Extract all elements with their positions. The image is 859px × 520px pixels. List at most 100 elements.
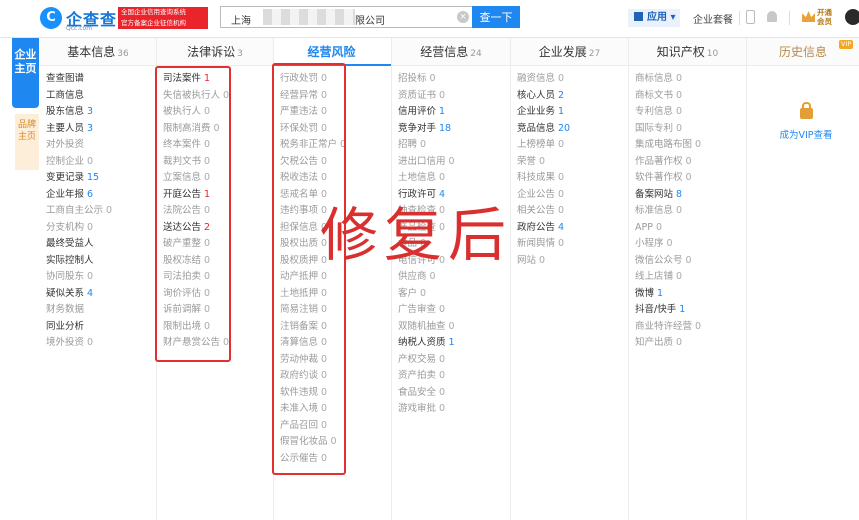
category-label: 分支机构	[46, 221, 85, 233]
column-title: 经营信息	[420, 45, 469, 59]
become-vip-link[interactable]: 成为VIP查看	[747, 127, 859, 141]
category-link[interactable]: 科技成果 0	[517, 170, 570, 187]
category-link[interactable]: 协同股东 0	[46, 269, 112, 286]
category-link[interactable]: 股东信息 3	[46, 104, 112, 121]
category-link[interactable]: 知产出质 0	[635, 335, 701, 352]
category-link[interactable]: 政府公告 4	[517, 220, 570, 237]
category-link[interactable]: 客户 0	[398, 286, 455, 303]
column-header-ip[interactable]: 知识产权 10	[629, 38, 746, 66]
category-count: 0	[420, 287, 427, 299]
category-link[interactable]: 境外投资 0	[46, 335, 112, 352]
category-link[interactable]: 抖音/快手 1	[635, 302, 701, 319]
column-count: 24	[470, 49, 482, 59]
category-count: 0	[676, 271, 683, 282]
category-label: 产权交易	[398, 353, 437, 365]
category-link[interactable]: 供应商 0	[398, 269, 455, 286]
category-label: 商标信息	[635, 73, 674, 84]
category-link[interactable]: 新闻舆情 0	[517, 236, 570, 253]
category-link[interactable]: 资产拍卖 0	[398, 368, 455, 385]
category-link[interactable]: 信用评价 1	[398, 104, 455, 121]
category-link[interactable]: 备案网站 8	[635, 187, 701, 204]
category-link[interactable]: 软件著作权 0	[635, 170, 701, 187]
category-link[interactable]: 微信公众号 0	[635, 253, 701, 270]
category-link[interactable]: 小程序 0	[635, 236, 701, 253]
app-menu[interactable]: 应用 ▾	[628, 9, 680, 27]
category-count: 0	[439, 89, 446, 101]
category-link[interactable]: 工商信息	[46, 88, 112, 105]
category-link[interactable]: 资质证书 0	[398, 88, 455, 105]
category-link[interactable]: 线上店铺 0	[635, 269, 701, 286]
category-link[interactable]: 进出口信用 0	[398, 154, 455, 171]
category-link[interactable]: 集成电路布图 0	[635, 137, 701, 154]
category-link[interactable]: 商标文书 0	[635, 88, 701, 105]
category-link[interactable]: 实际控制人	[46, 253, 112, 270]
category-count: 2	[558, 89, 565, 101]
category-link[interactable]: 游戏审批 0	[398, 401, 455, 418]
category-link[interactable]: 竞争对手 18	[398, 121, 455, 138]
category-link[interactable]: 专利信息 0	[635, 104, 701, 121]
category-link[interactable]: 招投标 0	[398, 71, 455, 88]
column-title: 企业发展	[538, 45, 587, 59]
category-link[interactable]: 企业业务 1	[517, 104, 570, 121]
category-link[interactable]: 最终受益人	[46, 236, 112, 253]
category-link[interactable]: 产权交易 0	[398, 352, 455, 369]
column-header-legal[interactable]: 法律诉讼 3	[157, 38, 273, 66]
category-link[interactable]: 网站 0	[517, 253, 570, 270]
column-header-history[interactable]: 历史信息 VIP	[747, 38, 859, 66]
crown-icon[interactable]	[802, 11, 815, 22]
category-link[interactable]: 荣誉 0	[517, 154, 570, 171]
category-link[interactable]: 纳税人资质 1	[398, 335, 455, 352]
category-link[interactable]: 国际专利 0	[635, 121, 701, 138]
category-link[interactable]: 标准信息 0	[635, 203, 701, 220]
category-count: 0	[420, 139, 427, 150]
redacted-mosaic	[263, 9, 355, 25]
category-label: 融资信息	[517, 73, 556, 84]
category-link[interactable]: 融资信息 0	[517, 71, 570, 88]
category-label: 商业特许经营	[635, 320, 693, 332]
category-link[interactable]: 招聘 0	[398, 137, 455, 154]
category-link[interactable]: 变更记录 15	[46, 170, 112, 187]
category-link[interactable]: 查查图谱	[46, 71, 112, 88]
category-link[interactable]: 主要人员 3	[46, 121, 112, 138]
package-link[interactable]: 企业套餐	[693, 11, 733, 26]
column-header-risk[interactable]: 经营风险	[274, 38, 391, 66]
category-link[interactable]: 核心人员 2	[517, 88, 570, 105]
vip-open-link[interactable]: 开通会员	[817, 8, 837, 26]
search-button[interactable]: 查一下	[472, 6, 520, 28]
category-link[interactable]: 疑似关系 4	[46, 286, 112, 303]
category-link[interactable]: 相关公告 0	[517, 203, 570, 220]
category-link[interactable]: 食品安全 0	[398, 385, 455, 402]
category-link[interactable]: 同业分析	[46, 319, 112, 336]
category-link[interactable]: 对外投资	[46, 137, 112, 154]
category-link[interactable]: 企业公告 0	[517, 187, 570, 204]
category-link[interactable]: 商业特许经营 0	[635, 319, 701, 336]
category-link[interactable]: APP 0	[635, 220, 701, 237]
category-link[interactable]: 财务数据	[46, 302, 112, 319]
tab-company-home[interactable]: 企业主页	[12, 38, 39, 108]
category-label: 企业年报	[46, 188, 85, 200]
category-link[interactable]: 企业年报 6	[46, 187, 112, 204]
category-link[interactable]: 双随机抽查 0	[398, 319, 455, 336]
category-link[interactable]: 竞品信息 20	[517, 121, 570, 138]
category-label: 小程序	[635, 238, 664, 249]
logo-icon[interactable]: C	[40, 7, 62, 29]
column-header-development[interactable]: 企业发展 27	[511, 38, 628, 66]
column-header-basic[interactable]: 基本信息 36	[40, 38, 156, 66]
category-link[interactable]: 微博 1	[635, 286, 701, 303]
category-link[interactable]: 作品著作权 0	[635, 154, 701, 171]
category-link[interactable]: 分支机构 0	[46, 220, 112, 237]
category-link[interactable]: 上榜榜单 0	[517, 137, 570, 154]
category-link[interactable]: 控制企业 0	[46, 154, 112, 171]
search-input[interactable]: 上海 有限公司 ×	[220, 6, 472, 28]
avatar[interactable]	[845, 9, 859, 25]
clear-icon[interactable]: ×	[457, 11, 469, 23]
category-link[interactable]: 土地信息 0	[398, 170, 455, 187]
category-link[interactable]: 商标信息 0	[635, 71, 701, 88]
tab-brand-home[interactable]: 品牌主页	[15, 114, 39, 170]
category-link[interactable]: 广告审查 0	[398, 302, 455, 319]
phone-icon[interactable]	[746, 10, 755, 24]
column-header-business[interactable]: 经营信息 24	[392, 38, 510, 66]
category-link[interactable]: 工商自主公示 0	[46, 203, 112, 220]
category-label: 荣誉	[517, 155, 537, 167]
bell-icon[interactable]	[767, 11, 777, 22]
